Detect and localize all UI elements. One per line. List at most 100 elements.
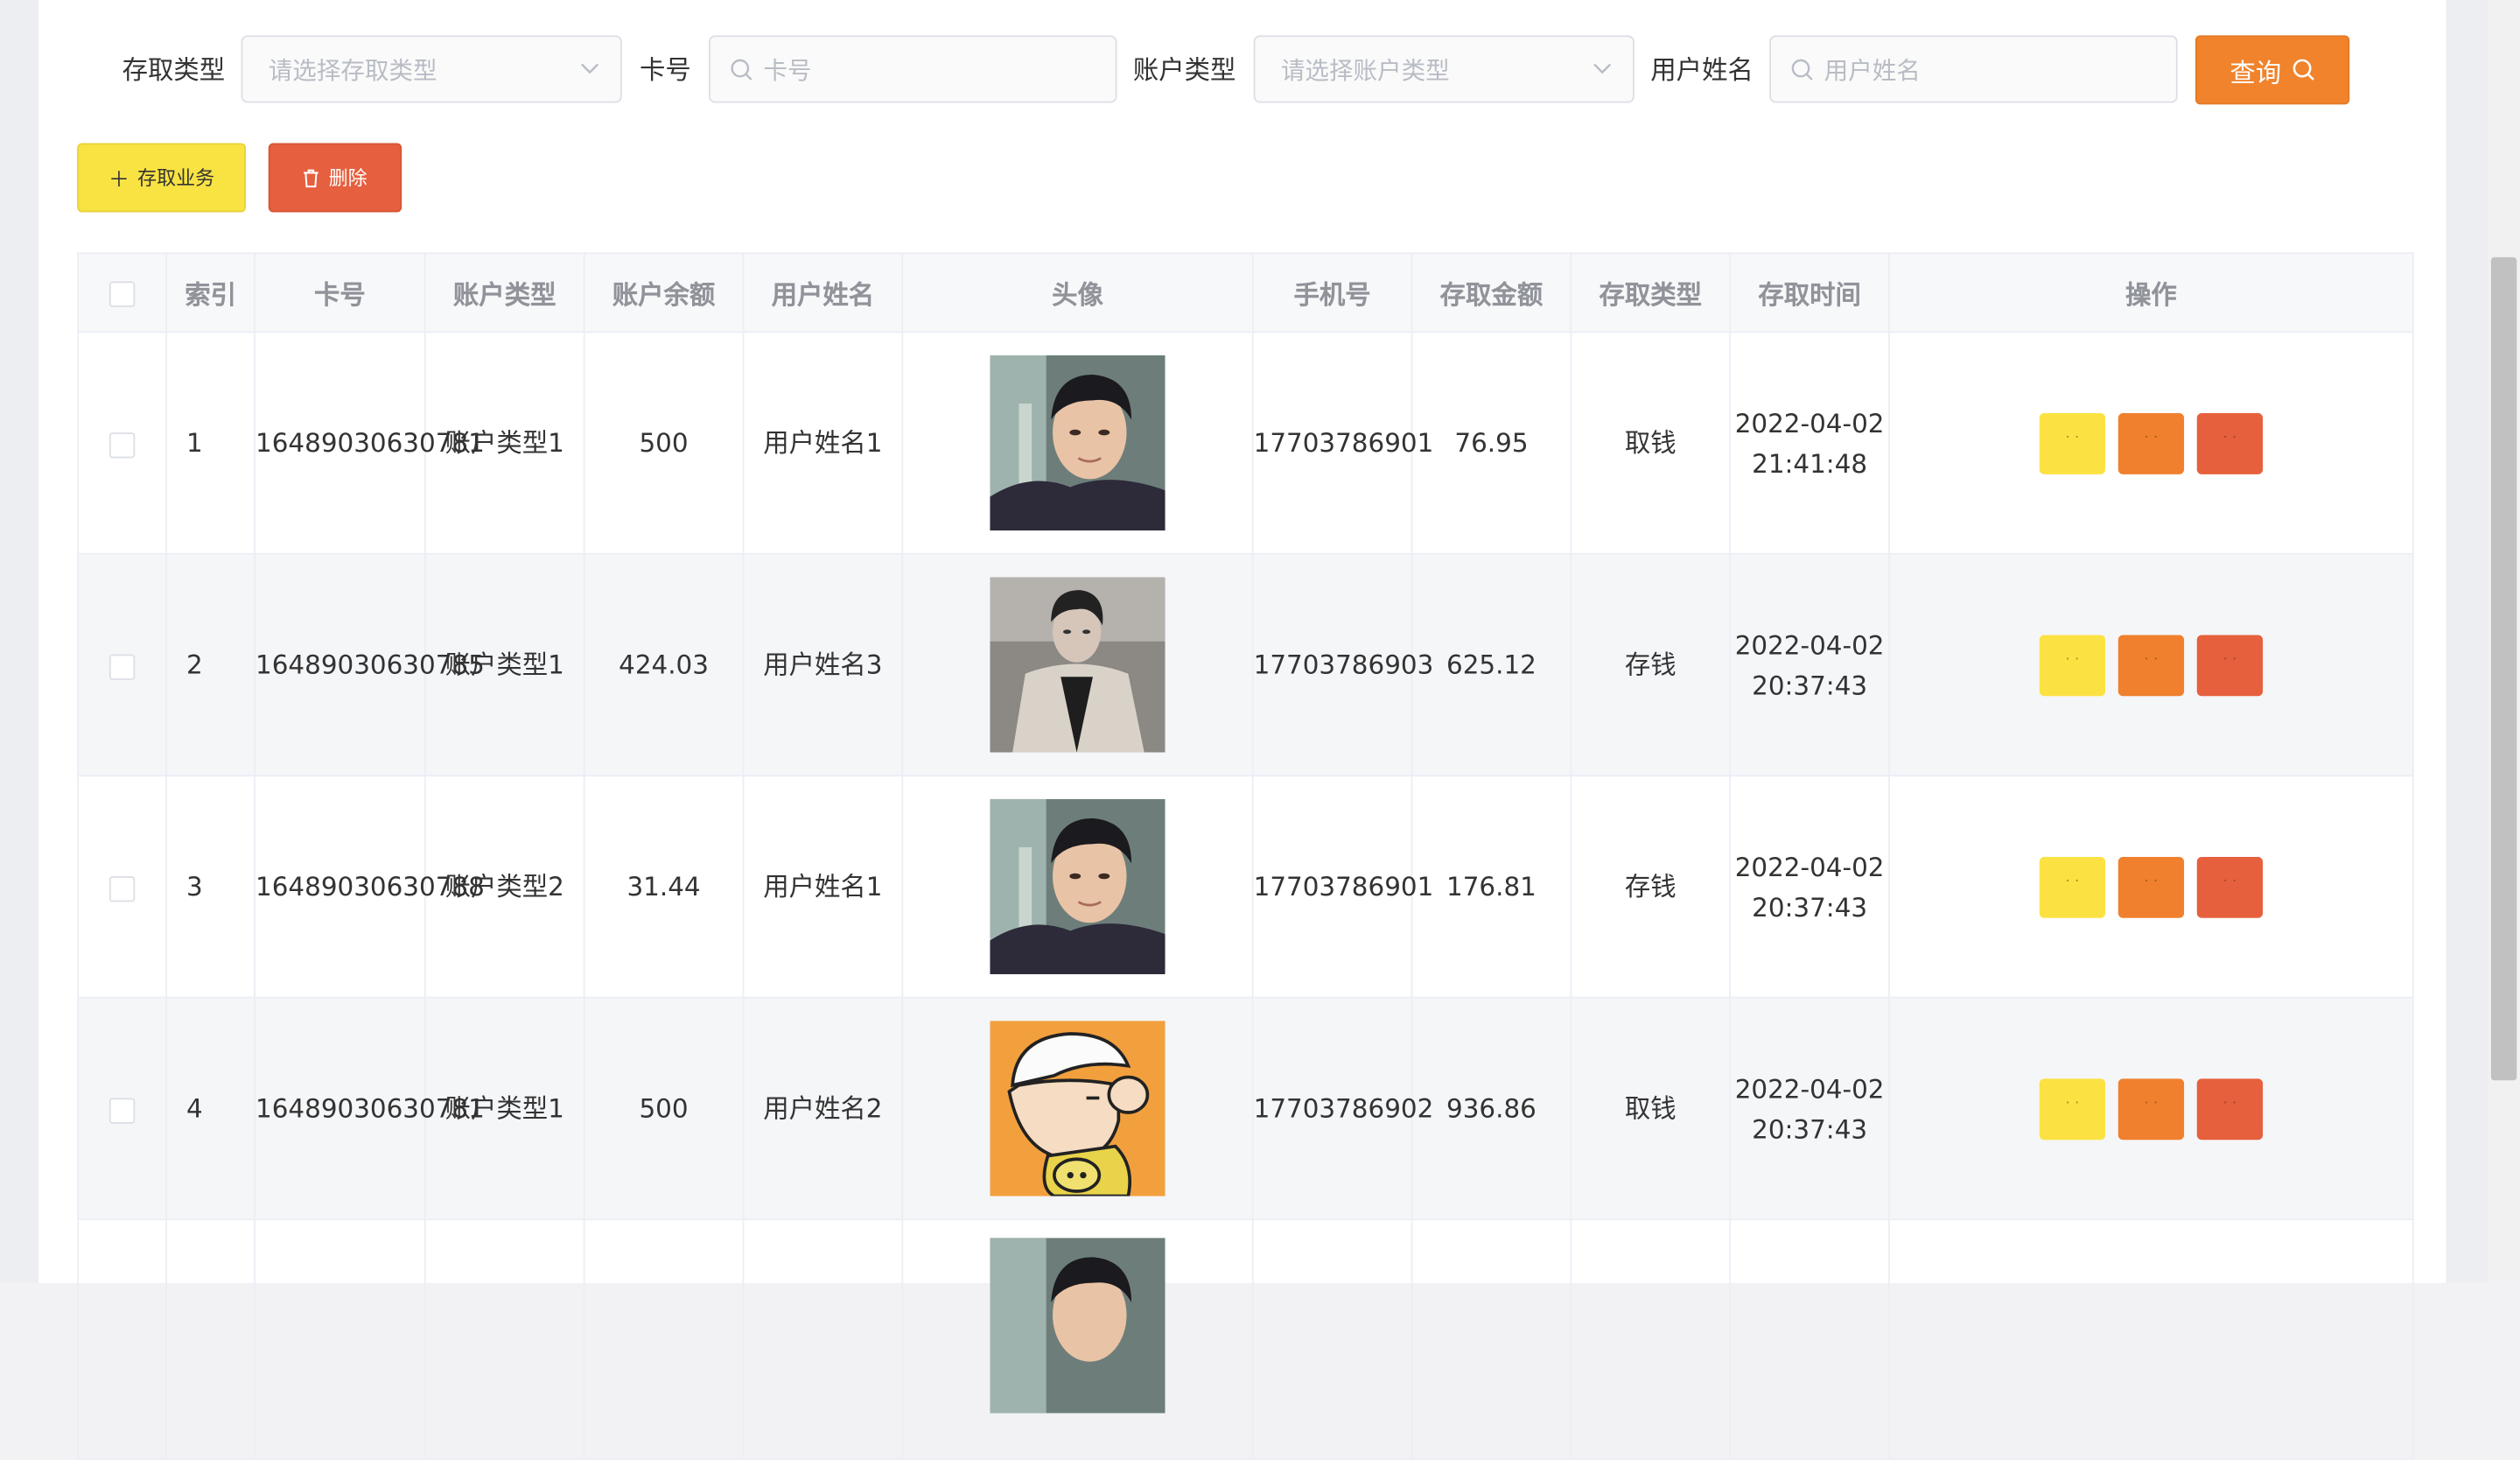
cell-account-type xyxy=(424,1218,585,1460)
select-all-checkbox-cell[interactable] xyxy=(77,252,168,333)
cell-amount: 936.86 xyxy=(1410,996,1572,1221)
delete-row-button[interactable] xyxy=(2196,634,2264,696)
cell-amount: 625.12 xyxy=(1410,552,1572,777)
edit-button[interactable] xyxy=(2118,412,2185,474)
username-filter-label: 用户姓名 xyxy=(1650,54,1754,86)
username-input-placeholder: 用户姓名 xyxy=(1824,55,1921,85)
view-button[interactable] xyxy=(2039,1077,2106,1140)
table-row[interactable]: 4 16489030630781 账户类型1 500 用户姓名2 1770378… xyxy=(77,996,2414,1221)
delete-button[interactable]: 删除 xyxy=(268,143,402,213)
man-coat-photo-icon[interactable] xyxy=(990,577,1166,753)
cell-avatar xyxy=(901,331,1254,555)
view-button[interactable] xyxy=(2039,856,2106,917)
cell-time: 2022-04-02 21:41:48 xyxy=(1729,331,1890,555)
query-button[interactable]: 查询 xyxy=(2194,35,2350,105)
cell-account-type: 账户类型1 xyxy=(424,331,585,555)
account-type-placeholder: 请选择账户类型 xyxy=(1280,55,1450,85)
cell-index: 4 xyxy=(165,996,256,1221)
row-checkbox[interactable] xyxy=(108,1097,136,1123)
type-filter-label: 存取类型 xyxy=(122,54,226,86)
type-select[interactable]: 请选择存取类型 xyxy=(241,35,622,103)
cell-actions xyxy=(1888,996,2414,1221)
chevron-down-icon xyxy=(1591,56,1614,85)
cell-time xyxy=(1729,1218,1890,1460)
cell-username: 用户姓名2 xyxy=(742,996,904,1221)
delete-button-label: 删除 xyxy=(328,167,368,190)
search-icon xyxy=(2292,59,2314,81)
select-all-checkbox[interactable] xyxy=(108,281,136,307)
cell-card: 16489030630781 xyxy=(254,996,485,1221)
account-type-select[interactable]: 请选择账户类型 xyxy=(1253,35,1634,103)
cell-username: 用户姓名1 xyxy=(742,775,904,999)
cell-avatar xyxy=(901,996,1254,1221)
cell-username: 用户姓名1 xyxy=(742,331,904,555)
man-portrait-icon[interactable] xyxy=(990,1238,1166,1414)
man-portrait-icon[interactable] xyxy=(990,798,1166,975)
column-header-username: 用户姓名 xyxy=(742,252,904,333)
card-input-placeholder: 卡号 xyxy=(763,55,812,85)
account-type-filter-label: 账户类型 xyxy=(1132,54,1236,86)
cell-txn-type xyxy=(1570,1218,1732,1460)
edit-button[interactable] xyxy=(2118,856,2185,917)
transaction-table: 索引 卡号 账户类型 账户余额 用户姓名 头像 手机号 存取金额 存取类型 存取… xyxy=(77,252,2414,1460)
add-transaction-button[interactable]: ＋ 存取业务 xyxy=(77,143,247,213)
cell-balance: 500 xyxy=(583,331,745,555)
add-button-label: 存取业务 xyxy=(137,167,215,190)
cell-account-type: 账户类型2 xyxy=(424,775,585,999)
cell-account-type: 账户类型1 xyxy=(424,996,585,1221)
column-header-card: 卡号 xyxy=(254,252,426,333)
edit-button[interactable] xyxy=(2118,634,2185,696)
column-header-amount: 存取金额 xyxy=(1410,252,1572,333)
table-row[interactable] xyxy=(77,1218,2414,1460)
username-search-input[interactable]: 用户姓名 xyxy=(1769,35,2178,103)
scrollbar-thumb[interactable] xyxy=(2490,256,2517,1081)
cell-actions xyxy=(1888,552,2414,777)
row-checkbox-cell[interactable] xyxy=(77,552,168,777)
man-portrait-icon[interactable] xyxy=(990,354,1166,531)
table-row[interactable]: 3 16489030630788 账户类型2 31.44 用户姓名1 17703… xyxy=(77,775,2414,999)
row-checkbox-cell[interactable] xyxy=(77,775,168,999)
delete-row-button[interactable] xyxy=(2196,1077,2264,1140)
cell-phone: 17703786901 xyxy=(1251,331,1433,555)
cell-actions xyxy=(1888,1218,2414,1460)
cell-avatar xyxy=(901,1218,1254,1460)
view-button[interactable] xyxy=(2039,634,2106,696)
vertical-scrollbar[interactable] xyxy=(2488,0,2520,1283)
card-search-input[interactable]: 卡号 xyxy=(708,35,1117,103)
cell-txn-type: 取钱 xyxy=(1570,996,1732,1221)
view-button[interactable] xyxy=(2039,412,2106,474)
search-icon xyxy=(1790,57,1815,81)
row-checkbox[interactable] xyxy=(108,875,136,902)
cell-actions xyxy=(1888,331,2414,555)
cell-phone: 17703786901 xyxy=(1251,775,1433,999)
cell-txn-type: 取钱 xyxy=(1570,331,1732,555)
column-header-index: 索引 xyxy=(165,252,256,333)
query-button-label: 查询 xyxy=(2230,57,2282,88)
card-filter-label: 卡号 xyxy=(640,54,691,86)
cell-txn-type: 存钱 xyxy=(1570,552,1732,777)
edit-button[interactable] xyxy=(2118,1077,2185,1140)
table-row[interactable]: 1 16489030630781 账户类型1 500 用户姓名1 1770378… xyxy=(77,331,2414,555)
cell-account-type: 账户类型1 xyxy=(424,552,585,777)
column-header-time: 存取时间 xyxy=(1729,252,1890,333)
row-checkbox-cell[interactable] xyxy=(77,331,168,555)
row-checkbox[interactable] xyxy=(108,432,136,458)
page-background-right xyxy=(2446,0,2488,1283)
delete-row-button[interactable] xyxy=(2196,856,2264,917)
column-header-phone: 手机号 xyxy=(1251,252,1413,333)
cell-card: 16489030630788 xyxy=(254,775,485,999)
row-checkbox[interactable] xyxy=(108,653,136,680)
row-checkbox-cell[interactable] xyxy=(77,1218,168,1460)
cell-amount xyxy=(1410,1218,1572,1460)
column-header-account-type: 账户类型 xyxy=(424,252,585,333)
cell-balance: 500 xyxy=(583,996,745,1221)
delete-row-button[interactable] xyxy=(2196,412,2264,474)
trash-icon xyxy=(304,168,319,187)
row-checkbox-cell[interactable] xyxy=(77,996,168,1221)
cell-amount: 176.81 xyxy=(1410,775,1572,999)
column-header-actions: 操作 xyxy=(1888,252,2414,333)
table-row[interactable]: 2 16489030630785 账户类型1 424.03 用户姓名3 1770… xyxy=(77,552,2414,777)
cell-username: 用户姓名3 xyxy=(742,552,904,777)
chevron-down-icon xyxy=(578,56,601,85)
cartoon-boy-icon[interactable] xyxy=(990,1021,1166,1197)
